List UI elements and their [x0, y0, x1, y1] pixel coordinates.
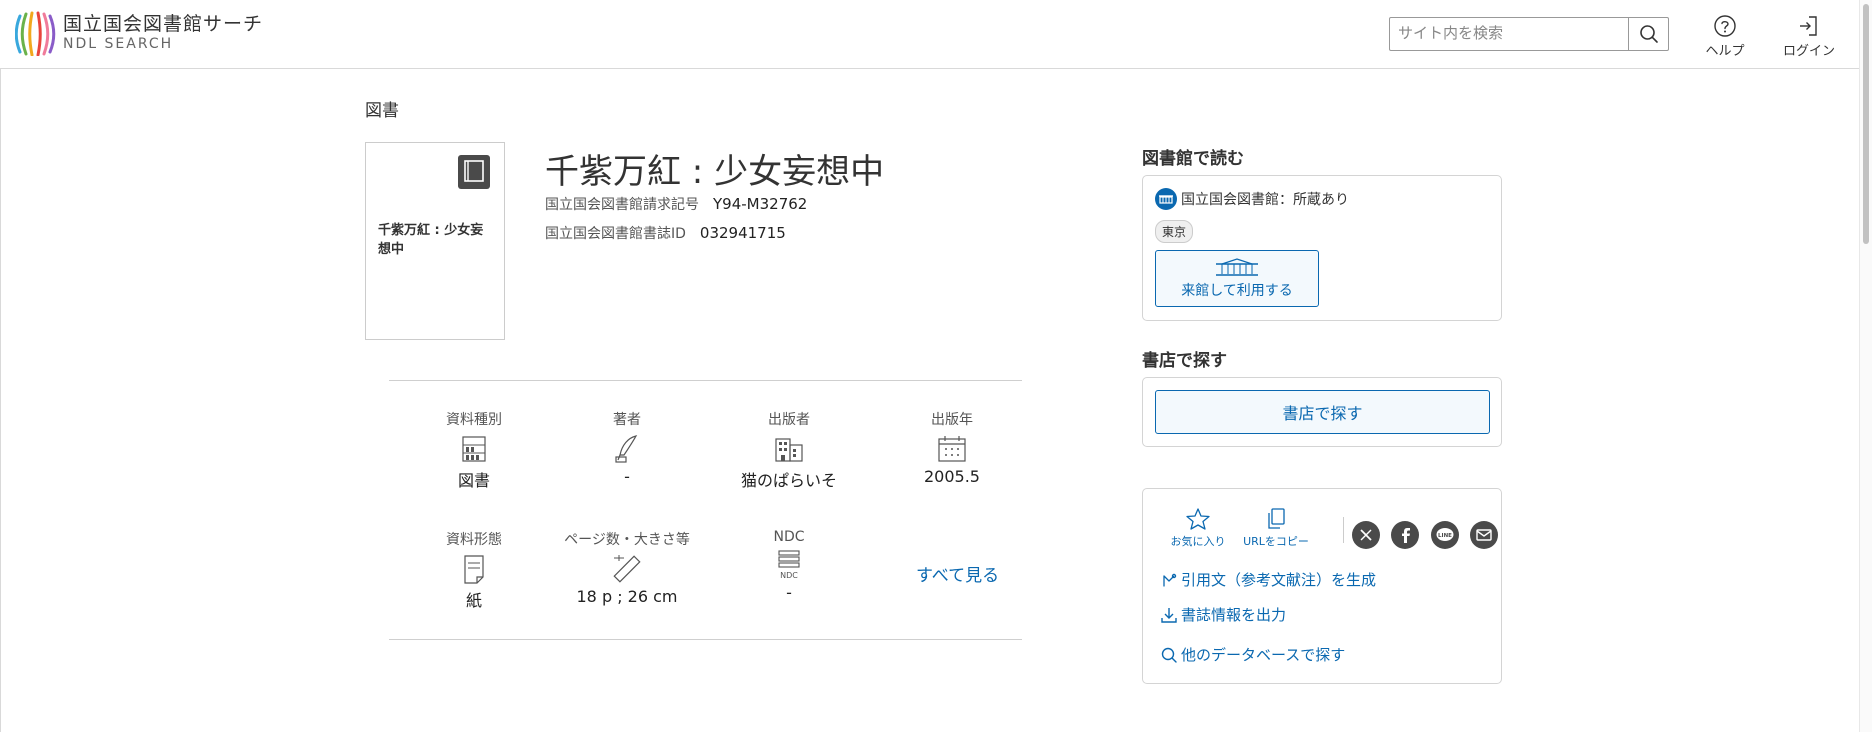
- book-icon: [458, 155, 490, 189]
- fact-value: 18 p ; 26 cm: [576, 587, 678, 606]
- bib-id-label: 国立国会図書館書誌ID: [545, 226, 686, 242]
- fact-label: 資料形態: [446, 532, 502, 548]
- help-button[interactable]: ヘルプ: [1690, 14, 1760, 59]
- login-label: ログイン: [1782, 44, 1835, 59]
- fact-label: NDC: [773, 529, 805, 545]
- search-button[interactable]: [1628, 18, 1668, 50]
- mail-share-button[interactable]: [1470, 521, 1498, 549]
- x-logo-icon: [1360, 529, 1372, 541]
- fact-value: 紙: [465, 591, 482, 610]
- export-link[interactable]: 書誌情報を出力: [1161, 604, 1286, 625]
- library-building-icon: [1155, 188, 1177, 210]
- facebook-logo-icon: [1402, 528, 1410, 543]
- call-number-row: 国立国会図書館請求記号 Y94-M32762: [545, 194, 807, 214]
- citation-icon: [1163, 573, 1177, 587]
- calendar-icon: [938, 436, 966, 462]
- quill-pen-icon: [615, 435, 638, 463]
- search-icon: [1639, 25, 1658, 43]
- facebook-share-button[interactable]: [1391, 521, 1419, 549]
- ndc-icon: NDC: [778, 550, 800, 580]
- citation-label: 引用文（参考文献注）を生成: [1181, 571, 1377, 589]
- fact-label: 資料種別: [446, 412, 502, 428]
- ndl-logo-icon: [15, 11, 56, 56]
- building-icon: [775, 438, 803, 462]
- fact-value: 図書: [457, 471, 490, 490]
- favorite-label: お気に入り: [1170, 535, 1226, 548]
- fact-value: -: [624, 467, 630, 486]
- left-divider: [0, 68, 1, 732]
- ruler-icon: [613, 555, 641, 583]
- holding-text: 国立国会図書館：所蔵あり: [1181, 192, 1349, 208]
- download-icon: [1161, 607, 1177, 623]
- share-divider: [1343, 517, 1344, 543]
- thumbnail-title: 千紫万紅 : 少女妄想中: [378, 223, 484, 257]
- see-all-link[interactable]: すべて見る: [916, 561, 999, 586]
- fact-material-type: 資料種別 図書: [404, 409, 544, 491]
- login-icon: [1800, 16, 1817, 36]
- fact-ndc: NDC NDC -: [719, 529, 859, 602]
- mail-icon: [1476, 529, 1492, 541]
- search-icon: [1161, 647, 1177, 663]
- ndc-icon-text: NDC: [780, 571, 798, 580]
- book-shelf-icon: [462, 436, 486, 462]
- line-logo-icon: LINE: [1436, 528, 1454, 541]
- shop-search-button[interactable]: 書店で探す: [1155, 390, 1490, 434]
- site-header: 国立国会図書館サーチ NDL SEARCH ヘルプ ログイン: [0, 0, 1872, 69]
- fact-publisher: 出版者 猫のぱらいそ: [719, 409, 859, 491]
- visit-library-button[interactable]: 来館して利用する: [1155, 250, 1319, 307]
- call-number-label: 国立国会図書館請求記号: [545, 197, 699, 213]
- export-label: 書誌情報を出力: [1181, 606, 1287, 624]
- site-search: [1389, 17, 1669, 51]
- fact-value: -: [786, 583, 792, 602]
- fact-author: 著者 -: [557, 409, 697, 486]
- record-thumbnail: 千紫万紅 : 少女妄想中: [365, 142, 505, 340]
- fact-label: ページ数・大きさ等: [564, 532, 690, 548]
- share-panel: お気に入り URLをコピー LINE 引用文（参考文献注）を生成 書誌情報を出力…: [1142, 488, 1502, 684]
- scrollbar[interactable]: [1859, 0, 1872, 732]
- fact-material-form: 資料形態 紙: [404, 529, 544, 611]
- fact-label: 著者: [613, 412, 641, 428]
- bib-id-row: 国立国会図書館書誌ID 032941715: [545, 223, 786, 243]
- fact-pages-size: ページ数・大きさ等 18 p ; 26 cm: [557, 529, 697, 606]
- logo-subtitle: NDL SEARCH: [63, 36, 174, 52]
- favorite-button[interactable]: お気に入り: [1163, 507, 1233, 549]
- fact-label: 出版者: [768, 412, 810, 428]
- call-number-value: Y94-M32762: [713, 195, 808, 213]
- fact-label: 出版年: [931, 412, 973, 428]
- login-button[interactable]: ログイン: [1774, 14, 1844, 59]
- search-input[interactable]: [1390, 18, 1629, 48]
- location-tag: 東京: [1155, 220, 1194, 243]
- share-toolbar: お気に入り URLをコピー LINE: [1163, 507, 1498, 557]
- holding-status: 国立国会図書館：所蔵あり: [1155, 188, 1349, 210]
- logo-title: 国立国会図書館サーチ: [63, 13, 264, 35]
- bib-id-value: 032941715: [699, 224, 786, 242]
- other-db-link[interactable]: 他のデータベースで探す: [1161, 644, 1345, 665]
- other-db-label: 他のデータベースで探す: [1181, 646, 1346, 664]
- line-logo-text: LINE: [1438, 533, 1452, 539]
- help-icon: [1714, 15, 1736, 37]
- site-logo[interactable]: 国立国会図書館サーチ NDL SEARCH: [15, 10, 263, 56]
- library-panel: 国立国会図書館：所蔵あり 東京 来館して利用する: [1142, 175, 1502, 321]
- library-heading: 図書館で読む: [1142, 149, 1244, 169]
- fact-value: 2005.5: [924, 467, 980, 486]
- record-title: 千紫万紅 : 少女妄想中: [545, 152, 885, 192]
- scrollbar-thumb[interactable]: [1863, 4, 1869, 244]
- x-share-button[interactable]: [1352, 521, 1380, 549]
- paper-icon: [464, 555, 484, 584]
- copy-url-button[interactable]: URLをコピー: [1241, 507, 1311, 549]
- shop-panel: 書店で探す: [1142, 377, 1502, 447]
- fact-value: 猫のぱらいそ: [740, 471, 837, 490]
- visit-library-label: 来館して利用する: [1181, 283, 1293, 299]
- library-icon: [1216, 258, 1258, 276]
- copy-icon: [1268, 508, 1285, 529]
- line-share-button[interactable]: LINE: [1431, 521, 1459, 549]
- star-icon: [1186, 508, 1210, 530]
- citation-link[interactable]: 引用文（参考文献注）を生成: [1161, 569, 1376, 590]
- record-category: 図書: [365, 101, 399, 121]
- shop-heading: 書店で探す: [1142, 351, 1227, 371]
- fact-pub-year: 出版年 2005.5: [882, 409, 1022, 486]
- record-facts: 資料種別 図書 著者 - 出版者 猫のぱらいそ 出版年 2005.5 資料形態 …: [389, 380, 1022, 640]
- copy-url-label: URLをコピー: [1243, 535, 1309, 548]
- help-label: ヘルプ: [1705, 44, 1745, 59]
